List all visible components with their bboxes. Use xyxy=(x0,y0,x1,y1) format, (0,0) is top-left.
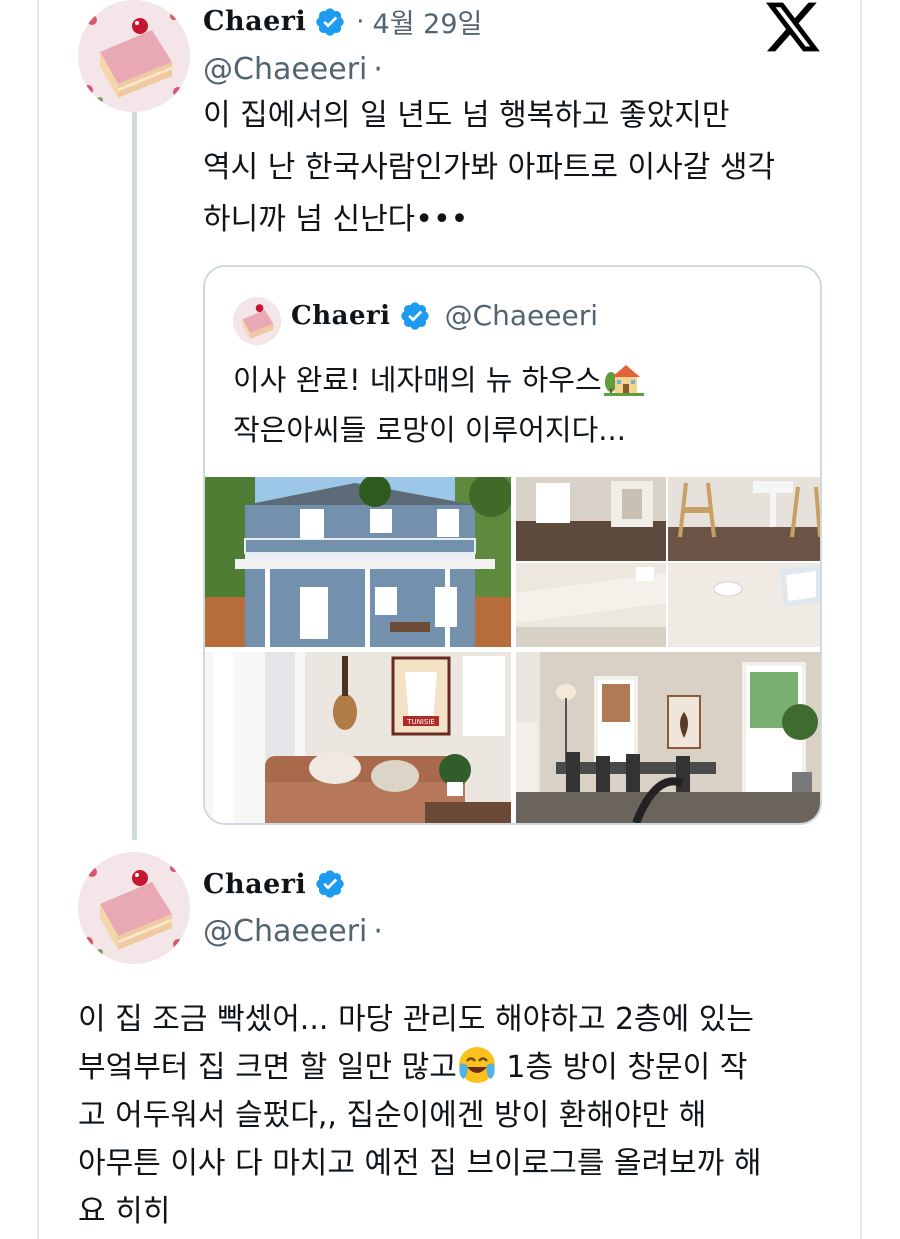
avatar[interactable] xyxy=(78,852,190,964)
tweet-text-line: 하니까 넘 신난다••• xyxy=(203,202,469,237)
x-logo-icon[interactable] xyxy=(766,2,820,52)
skylight-photo[interactable] xyxy=(668,563,820,647)
hallway-photo[interactable] xyxy=(516,477,666,561)
verified-badge-icon xyxy=(399,300,431,332)
quote-handle: @Chaeeeri xyxy=(444,299,598,332)
poster-text: TUNISIE xyxy=(406,718,435,726)
photo-grid: TUNISIE xyxy=(205,477,820,823)
ceiling-photo[interactable] xyxy=(516,563,666,647)
reply-text-line: 고 어두워서 슬펐다,, 집순이에겐 방이 환해야만 해 xyxy=(78,1098,707,1133)
reply-name-row: Chaeri xyxy=(203,868,346,900)
quote-text-line: 이사 완료! 네자매의 뉴 하우스 xyxy=(233,363,602,397)
reply-text-line: 요 히히 xyxy=(78,1194,171,1229)
reply-text-segment: 부엌부터 집 크면 할 일만 많고 xyxy=(78,1050,457,1085)
quote-text-line: 작은아씨들 로망이 이루어지다... xyxy=(233,413,626,447)
display-name[interactable]: Chaeri xyxy=(203,6,306,37)
handle[interactable]: @Chaeeeri xyxy=(203,52,367,87)
tweet1-name-row: Chaeri · 4월 29일 xyxy=(203,2,482,41)
frame-left-border xyxy=(37,0,39,1239)
display-name[interactable]: Chaeri xyxy=(203,869,306,900)
house-exterior-photo[interactable] xyxy=(205,477,511,647)
reply-handle-row: @Chaeeeri · xyxy=(203,914,383,949)
house-with-garden-emoji xyxy=(603,361,644,396)
reply-text-line: 이 집 조금 빡셌어... 마당 관리도 해야하고 2층에 있는 xyxy=(78,1002,754,1037)
dining-room-photo[interactable] xyxy=(516,652,820,823)
reply-text-segment: 1층 방이 창문이 작 xyxy=(496,1050,748,1085)
dining-chairs-photo[interactable] xyxy=(668,477,820,561)
verified-badge-icon xyxy=(314,868,346,900)
living-room-photo[interactable]: TUNISIE xyxy=(205,652,511,823)
tweet-date[interactable]: 4월 29일 xyxy=(373,2,483,41)
quote-name-row: Chaeri @Chaeeeri xyxy=(291,299,598,332)
handle-separator: · xyxy=(373,914,383,949)
avatar[interactable] xyxy=(78,0,190,112)
tweet-text-line: 이 집에서의 일 년도 넘 행복하고 좋았지만 xyxy=(203,98,730,133)
quoted-tweet-card[interactable]: Chaeri @Chaeeeri 이사 완료! 네자매의 뉴 하우스 작은아씨들… xyxy=(203,265,822,825)
thread-connector-line xyxy=(132,112,137,840)
crying-laughing-emoji xyxy=(457,1045,497,1085)
quote-display-name: Chaeri xyxy=(291,300,391,331)
handle[interactable]: @Chaeeeri xyxy=(203,914,367,949)
tweet1-text: 이 집에서의 일 년도 넘 행복하고 좋았지만 역시 난 한국사람인가봐 아파트… xyxy=(203,90,775,246)
frame-right-border xyxy=(860,0,862,1239)
handle-separator: · xyxy=(373,52,383,87)
tweet1-handle-row: @Chaeeeri · xyxy=(203,52,383,87)
quote-text: 이사 완료! 네자매의 뉴 하우스 작은아씨들 로망이 이루어지다... xyxy=(233,355,644,455)
quote-avatar xyxy=(233,297,281,345)
verified-badge-icon xyxy=(314,6,346,38)
reply-text-line: 아무튼 이사 다 마치고 예전 집 브이로그를 올려보까 해 xyxy=(78,1146,762,1181)
date-separator: · xyxy=(356,6,365,37)
tweet-text-line: 역시 난 한국사람인가봐 아파트로 이사갈 생각 xyxy=(203,150,776,185)
reply-text: 이 집 조금 빡셌어... 마당 관리도 해야하고 2층에 있는 부엌부터 집 … xyxy=(78,996,762,1236)
